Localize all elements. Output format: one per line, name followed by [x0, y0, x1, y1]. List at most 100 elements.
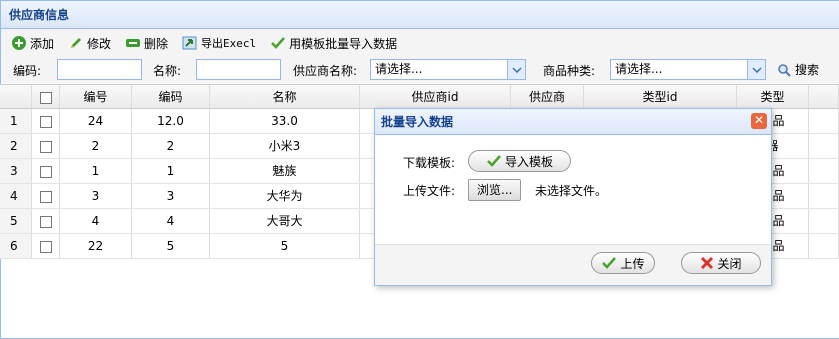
plus-icon	[12, 36, 26, 50]
supplier-select[interactable]: 请选择...	[370, 59, 526, 80]
name-input[interactable]	[196, 59, 281, 80]
cell-name: 大华为	[210, 184, 360, 208]
row-checkbox-cell	[32, 109, 60, 133]
import-dialog: 批量导入数据 ✕ 下载模板: 导入模板 上传文件: 浏览... 未选择文件。 上…	[374, 108, 772, 286]
code-label: 编码:	[13, 64, 42, 78]
cell-code: 2	[132, 134, 210, 158]
download-label: 下载模板:	[403, 156, 456, 170]
upload-label: 上传文件:	[403, 184, 456, 198]
search-button[interactable]: 搜索	[777, 61, 819, 78]
search-label: 搜索	[795, 63, 820, 77]
add-label: 添加	[30, 36, 55, 51]
row-checkbox-cell	[32, 209, 60, 233]
cell-spacer	[809, 184, 839, 208]
select-all-checkbox[interactable]	[39, 91, 52, 104]
delete-label: 删除	[144, 36, 169, 51]
filter-bar: 编码: 名称: 供应商名称: 请选择... 商品种类: 请选择... 搜索	[1, 57, 839, 83]
cell-spacer	[809, 234, 839, 258]
row-checkbox[interactable]	[39, 115, 52, 128]
dialog-title: 批量导入数据	[381, 115, 454, 129]
search-icon	[778, 63, 791, 77]
code-input[interactable]	[57, 59, 142, 80]
select-all-cell	[32, 85, 60, 108]
import-label: 用模板批量导入数据	[289, 36, 398, 51]
cell-code: 12.0	[132, 109, 210, 133]
cell-id: 1	[60, 159, 132, 183]
row-number: 3	[0, 159, 32, 183]
dialog-header: 批量导入数据 ✕	[375, 109, 771, 135]
header-type[interactable]: 类型	[737, 85, 809, 108]
header-code[interactable]: 编码	[132, 85, 210, 108]
cell-code: 3	[132, 184, 210, 208]
download-template-label: 导入模板	[504, 154, 553, 169]
close-button[interactable]: 关闭	[681, 252, 761, 274]
header-id[interactable]: 编号	[60, 85, 132, 108]
close-icon	[701, 256, 714, 270]
minus-icon	[126, 39, 141, 47]
chevron-down-icon[interactable]	[507, 60, 525, 79]
cell-spacer	[809, 109, 839, 133]
delete-button[interactable]: 删除	[125, 35, 168, 52]
row-number: 5	[0, 209, 32, 233]
row-checkbox[interactable]	[39, 190, 52, 203]
cell-name: 5	[210, 234, 360, 258]
toolbar: 添加 修改 删除 导出Execl 用模板批量导入数据	[1, 29, 839, 57]
cell-name: 大哥大	[210, 209, 360, 233]
row-number: 6	[0, 234, 32, 258]
cell-code: 5	[132, 234, 210, 258]
row-checkbox[interactable]	[39, 240, 52, 253]
browse-button[interactable]: 浏览...	[468, 179, 522, 201]
export-button[interactable]: 导出Execl	[182, 35, 256, 51]
row-checkbox[interactable]	[39, 165, 52, 178]
row-checkbox[interactable]	[39, 215, 52, 228]
cell-name: 魅族	[210, 159, 360, 183]
cell-spacer	[809, 134, 839, 158]
cell-name: 33.0	[210, 109, 360, 133]
row-checkbox-cell	[32, 134, 60, 158]
cell-code: 1	[132, 159, 210, 183]
close-icon[interactable]: ✕	[751, 113, 767, 129]
header-name[interactable]: 名称	[210, 85, 360, 108]
close-button-label: 关闭	[717, 256, 742, 271]
edit-label: 修改	[87, 36, 112, 51]
cell-id: 24	[60, 109, 132, 133]
check-icon	[602, 257, 617, 269]
panel-title: 供应商信息	[1, 1, 839, 29]
row-checkbox-cell	[32, 159, 60, 183]
add-button[interactable]: 添加	[11, 35, 54, 52]
grid-header: 编号 编码 名称 供应商id 供应商 类型id 类型	[0, 84, 839, 109]
export-icon	[182, 36, 197, 50]
check-icon	[271, 37, 286, 49]
cell-id: 22	[60, 234, 132, 258]
rownum-header	[0, 85, 32, 108]
file-status: 未选择文件。	[535, 184, 608, 198]
cell-code: 4	[132, 209, 210, 233]
import-template-button[interactable]: 用模板批量导入数据	[270, 35, 397, 52]
row-number: 4	[0, 184, 32, 208]
export-label: 导出Execl	[201, 37, 257, 50]
row-checkbox[interactable]	[39, 140, 52, 153]
category-select-value: 请选择...	[615, 62, 663, 76]
header-supplier[interactable]: 供应商	[511, 85, 584, 108]
cell-id: 4	[60, 209, 132, 233]
row-number: 2	[0, 134, 32, 158]
category-select[interactable]: 请选择...	[610, 59, 766, 80]
upload-button[interactable]: 上传	[591, 252, 655, 274]
edit-button[interactable]: 修改	[68, 35, 111, 52]
row-checkbox-cell	[32, 234, 60, 258]
chevron-down-icon[interactable]	[747, 60, 765, 79]
dialog-footer: 上传 关闭	[375, 245, 771, 285]
dialog-body: 下载模板: 导入模板 上传文件: 浏览... 未选择文件。	[375, 135, 771, 245]
row-checkbox-cell	[32, 184, 60, 208]
check-icon	[487, 155, 501, 167]
header-spacer	[809, 85, 839, 108]
header-type-id[interactable]: 类型id	[584, 85, 737, 108]
cell-id: 3	[60, 184, 132, 208]
upload-button-label: 上传	[620, 256, 645, 271]
category-label: 商品种类:	[543, 64, 596, 78]
cell-name: 小米3	[210, 134, 360, 158]
header-supplier-id[interactable]: 供应商id	[360, 85, 511, 108]
cell-id: 2	[60, 134, 132, 158]
download-template-button[interactable]: 导入模板	[468, 150, 571, 172]
row-number: 1	[0, 109, 32, 133]
